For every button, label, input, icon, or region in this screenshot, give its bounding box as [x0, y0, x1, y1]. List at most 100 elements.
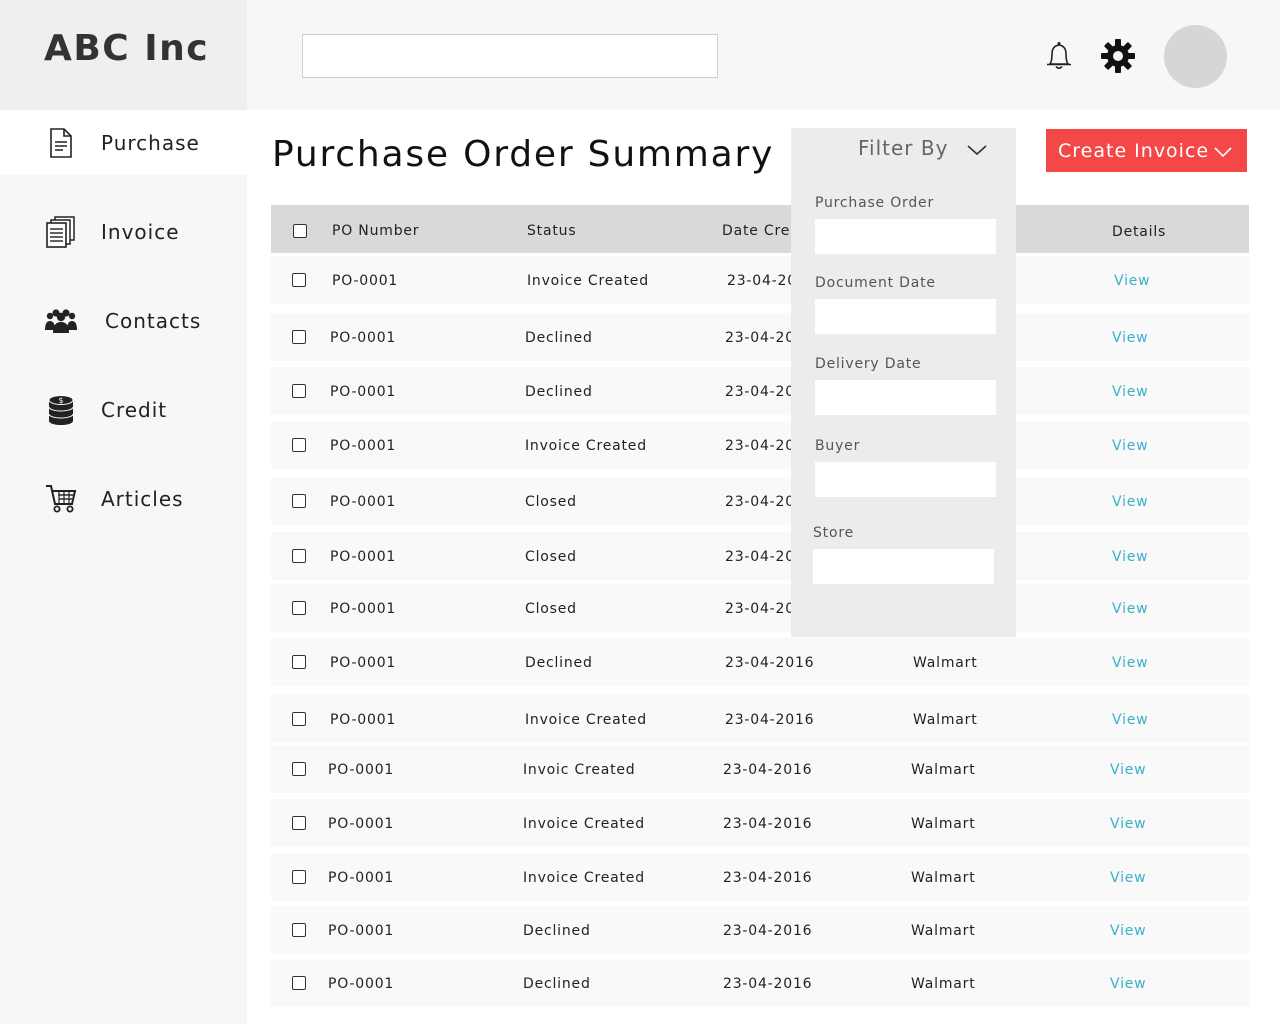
- row-checkbox[interactable]: [292, 438, 306, 452]
- bell-icon[interactable]: [1044, 40, 1074, 72]
- date-cell: 23-04-2016: [723, 976, 813, 992]
- table-row: PO-0001 Invoice Created 23-04-2016 Walmart V…: [271, 695, 1249, 743]
- filter-label-delivery-date: Delivery Date: [815, 356, 922, 372]
- filter-label-buyer: Buyer: [815, 438, 861, 454]
- row-checkbox[interactable]: [292, 384, 306, 398]
- view-details-link[interactable]: View: [1112, 384, 1148, 400]
- row-checkbox[interactable]: [292, 712, 306, 726]
- filter-label-store: Store: [813, 525, 855, 541]
- sidebar-item-contacts[interactable]: Contacts: [0, 288, 247, 353]
- store-cell: Walmart: [911, 976, 976, 992]
- chevron-down-icon[interactable]: [966, 142, 988, 161]
- page-title: Purchase Order Summary: [272, 134, 775, 175]
- delivery-date-field[interactable]: [815, 380, 996, 415]
- create-invoice-button[interactable]: Create Invoice: [1046, 129, 1247, 172]
- sidebar-item-purchase[interactable]: Purchase: [0, 110, 247, 175]
- table-row: PO-0001 Declined 23-04-2016 Walmart View: [271, 638, 1249, 686]
- store-cell: Walmart: [911, 870, 976, 886]
- status-cell: Invoice Created: [525, 438, 647, 454]
- view-details-link[interactable]: View: [1114, 273, 1150, 289]
- status-cell: Invoice Created: [527, 273, 649, 289]
- purchase-order-field[interactable]: [815, 219, 996, 254]
- row-checkbox[interactable]: [292, 549, 306, 563]
- view-details-link[interactable]: View: [1112, 330, 1148, 346]
- status-cell: Invoice Created: [525, 712, 647, 728]
- filter-by-toggle[interactable]: Filter By: [858, 136, 948, 160]
- column-header-details: Details: [1112, 224, 1167, 240]
- row-checkbox[interactable]: [292, 273, 306, 287]
- sidebar-item-label: Credit: [101, 397, 168, 422]
- select-all-checkbox[interactable]: [293, 224, 307, 238]
- status-cell: Declined: [523, 923, 591, 939]
- status-cell: Invoic Created: [523, 762, 636, 778]
- date-cell: 23-04-20: [725, 438, 795, 454]
- column-header-status[interactable]: Status: [527, 223, 576, 239]
- view-details-link[interactable]: View: [1110, 870, 1146, 886]
- date-cell: 23-04-2016: [723, 870, 813, 886]
- row-checkbox[interactable]: [292, 816, 306, 830]
- table-row: PO-0001 Invoice Created 23-04-2016 Walmart V…: [271, 853, 1249, 901]
- po-number-cell: PO-0001: [330, 438, 397, 454]
- column-header-po-number[interactable]: PO Number: [332, 223, 419, 239]
- column-header-date-created[interactable]: Date Crea: [722, 223, 800, 239]
- gear-icon[interactable]: [1100, 38, 1136, 74]
- view-details-link[interactable]: View: [1110, 976, 1146, 992]
- row-checkbox[interactable]: [292, 330, 306, 344]
- table-row: PO-0001 Invoice Created 23-04-20 View: [271, 256, 1249, 304]
- document-date-field[interactable]: [815, 299, 996, 334]
- table-row: PO-0001 Invoic Created 23-04-2016 Walmart Vi…: [271, 745, 1249, 793]
- filter-label-purchase-order: Purchase Order: [815, 195, 935, 211]
- view-details-link[interactable]: View: [1110, 923, 1146, 939]
- store-field[interactable]: [813, 549, 994, 584]
- status-cell: Declined: [525, 655, 593, 671]
- date-cell: 23-04-20: [725, 494, 795, 510]
- table-row: PO-0001 Invoice Created 23-04-20 View: [271, 421, 1249, 469]
- view-details-link[interactable]: View: [1112, 655, 1148, 671]
- view-details-link[interactable]: View: [1110, 762, 1146, 778]
- table-row: PO-0001 Declined 23-04-2016 Walmart View: [271, 959, 1249, 1007]
- status-cell: Declined: [525, 384, 593, 400]
- buyer-field[interactable]: [815, 462, 996, 497]
- table-row: PO-0001 Declined 23-04-20 View: [271, 313, 1249, 361]
- sidebar-item-label: Invoice: [101, 219, 180, 244]
- table-row: PO-0001 Closed 23-04-20 View: [271, 477, 1249, 525]
- row-checkbox[interactable]: [292, 601, 306, 615]
- view-details-link[interactable]: View: [1112, 601, 1148, 617]
- view-details-link[interactable]: View: [1112, 494, 1148, 510]
- row-checkbox[interactable]: [292, 976, 306, 990]
- po-number-cell: PO-0001: [330, 712, 397, 728]
- documents-stack-icon: [44, 215, 78, 249]
- store-cell: Walmart: [913, 712, 978, 728]
- view-details-link[interactable]: View: [1112, 712, 1148, 728]
- search-input[interactable]: [302, 34, 718, 78]
- row-checkbox[interactable]: [292, 494, 306, 508]
- filter-panel: Filter By Purchase Order Document Date D…: [791, 128, 1016, 637]
- store-cell: Walmart: [911, 923, 976, 939]
- sidebar-item-articles[interactable]: Articles: [0, 466, 247, 531]
- app-root: ABC Inc Purchase Invoice Contacts $ Cred…: [0, 0, 1280, 1024]
- table-row: PO-0001 Invoice Created 23-04-2016 Walmart V…: [271, 799, 1249, 847]
- avatar[interactable]: [1164, 25, 1227, 88]
- status-cell: Closed: [525, 601, 577, 617]
- date-cell: 23-04-20: [725, 330, 795, 346]
- sidebar-item-label: Contacts: [105, 308, 202, 333]
- po-number-cell: PO-0001: [330, 601, 397, 617]
- po-number-cell: PO-0001: [330, 494, 397, 510]
- store-cell: Walmart: [913, 655, 978, 671]
- sidebar-item-credit[interactable]: $ Credit: [0, 377, 247, 442]
- row-checkbox[interactable]: [292, 923, 306, 937]
- row-checkbox[interactable]: [292, 762, 306, 776]
- view-details-link[interactable]: View: [1112, 438, 1148, 454]
- row-checkbox[interactable]: [292, 870, 306, 884]
- status-cell: Invoice Created: [523, 870, 645, 886]
- date-cell: 23-04-2016: [723, 923, 813, 939]
- po-number-cell: PO-0001: [328, 762, 395, 778]
- status-cell: Declined: [525, 330, 593, 346]
- table-row: PO-0001 Closed 23-04-20 View: [271, 584, 1249, 632]
- sidebar-item-invoice[interactable]: Invoice: [0, 199, 247, 264]
- logo-area: ABC Inc: [0, 0, 247, 110]
- row-checkbox[interactable]: [292, 655, 306, 669]
- table-row: PO-0001 Declined 23-04-20 View: [271, 367, 1249, 415]
- view-details-link[interactable]: View: [1112, 549, 1148, 565]
- view-details-link[interactable]: View: [1110, 816, 1146, 832]
